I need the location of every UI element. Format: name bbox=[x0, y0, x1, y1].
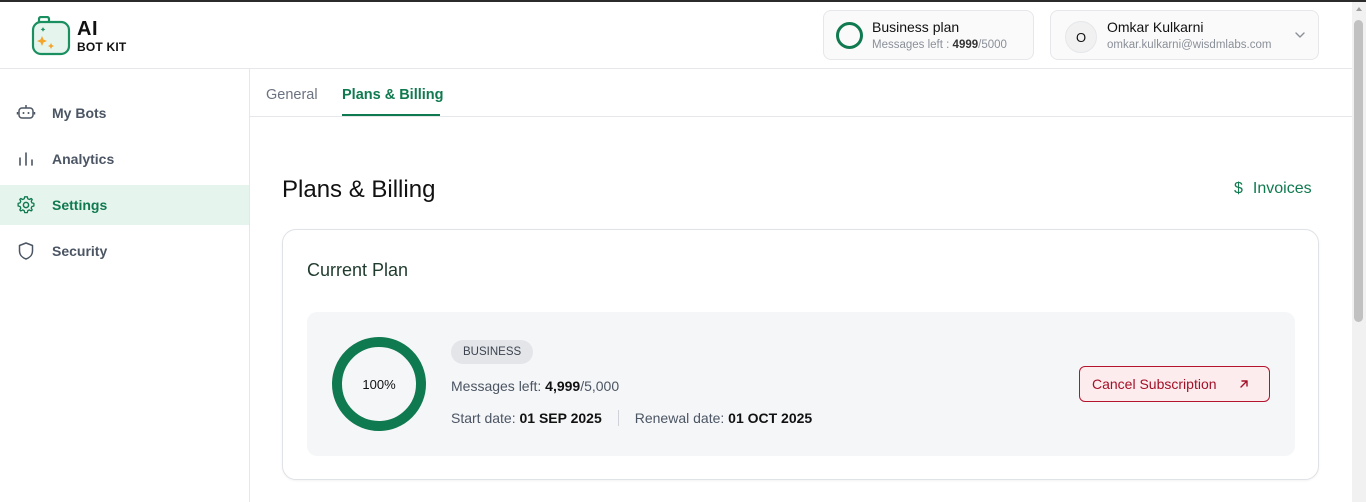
tab-plans-billing[interactable]: Plans & Billing bbox=[342, 87, 444, 103]
scrollbar-thumb[interactable] bbox=[1354, 20, 1363, 322]
plan-details-panel: 100% BUSINESS Messages left: 4,999/5,000… bbox=[307, 312, 1295, 456]
avatar: O bbox=[1065, 21, 1097, 53]
sidebar-item-security[interactable]: Security bbox=[0, 231, 249, 271]
sidebar-item-settings[interactable]: Settings bbox=[0, 185, 249, 225]
invoices-label: Invoices bbox=[1252, 180, 1312, 197]
sidebar-item-label: Settings bbox=[52, 197, 108, 213]
logo-line-1: AI bbox=[77, 18, 98, 40]
usage-percent-label: 100% bbox=[362, 376, 396, 392]
chevron-down-icon[interactable] bbox=[1293, 28, 1307, 42]
shield-icon bbox=[18, 242, 34, 260]
sidebar-item-label: Analytics bbox=[52, 151, 115, 167]
current-plan-card: Current Plan 100% BUSINESS Messages left… bbox=[282, 229, 1319, 480]
messages-left-label: Messages left: bbox=[451, 378, 546, 394]
messages-left: Messages left: 4,999/5,000 bbox=[451, 378, 619, 394]
active-tab-indicator bbox=[342, 114, 440, 116]
cancel-subscription-button[interactable]: Cancel Subscription bbox=[1079, 366, 1270, 402]
messages-left-value: 4,999 bbox=[545, 378, 581, 394]
page-scrollbar[interactable] bbox=[1352, 2, 1366, 502]
plan-progress-ring bbox=[836, 22, 863, 49]
plan-badge: BUSINESS bbox=[451, 340, 534, 364]
start-date-label: Start date: bbox=[451, 410, 516, 426]
tab-general[interactable]: General bbox=[266, 87, 318, 103]
bot-icon bbox=[16, 105, 36, 119]
start-date-value: 01 SEP 2025 bbox=[519, 410, 602, 426]
bar-chart-icon bbox=[19, 152, 33, 166]
sidebar: My Bots Analytics Settings Security bbox=[0, 69, 250, 502]
settings-tabs: General Plans & Billing bbox=[250, 69, 1352, 117]
sidebar-item-analytics[interactable]: Analytics bbox=[0, 139, 249, 179]
plan-dates: Start date: 01 SEP 2025 Renewal date: 01… bbox=[451, 410, 812, 426]
scroll-up-arrow-icon[interactable] bbox=[1356, 7, 1362, 11]
messages-total: /5,000 bbox=[580, 378, 620, 394]
logo-line-2: BOT KIT bbox=[77, 40, 127, 54]
gear-icon bbox=[17, 196, 35, 214]
page-title: Plans & Billing bbox=[282, 176, 436, 203]
invoices-link[interactable]: $ Invoices bbox=[1234, 180, 1312, 198]
plan-chip-messages: Messages left : 4999/5000 bbox=[872, 39, 1007, 51]
renewal-date-label: Renewal date: bbox=[634, 410, 725, 426]
current-plan-title: Current Plan bbox=[307, 260, 409, 280]
plan-chip-title: Business plan bbox=[872, 19, 960, 35]
logo[interactable]: AI BOT KIT bbox=[30, 14, 140, 60]
top-header: AI BOT KIT Business plan Messages left :… bbox=[0, 2, 1352, 69]
user-name: Omkar Kulkarni bbox=[1107, 19, 1204, 35]
user-menu[interactable]: O Omkar Kulkarni omkar.kulkarni@wisdmlab… bbox=[1050, 10, 1319, 60]
sidebar-item-label: My Bots bbox=[52, 105, 107, 121]
user-email: omkar.kulkarni@wisdmlabs.com bbox=[1107, 39, 1272, 51]
plan-chip-total: /5000 bbox=[978, 39, 1007, 51]
dollar-icon: $ bbox=[1234, 180, 1243, 197]
plan-status-chip[interactable]: Business plan Messages left : 4999/5000 bbox=[823, 10, 1034, 60]
logo-mark-icon bbox=[31, 16, 71, 56]
date-divider bbox=[617, 410, 619, 426]
arrow-up-right-icon bbox=[1240, 380, 1248, 388]
sidebar-item-my-bots[interactable]: My Bots bbox=[0, 93, 249, 133]
plan-chip-remaining: 4999 bbox=[952, 39, 979, 51]
renewal-date-value: 01 OCT 2025 bbox=[728, 410, 813, 426]
plan-chip-prefix: Messages left : bbox=[872, 39, 953, 51]
cancel-subscription-label: Cancel Subscription bbox=[1092, 376, 1217, 392]
sidebar-item-label: Security bbox=[52, 243, 108, 259]
